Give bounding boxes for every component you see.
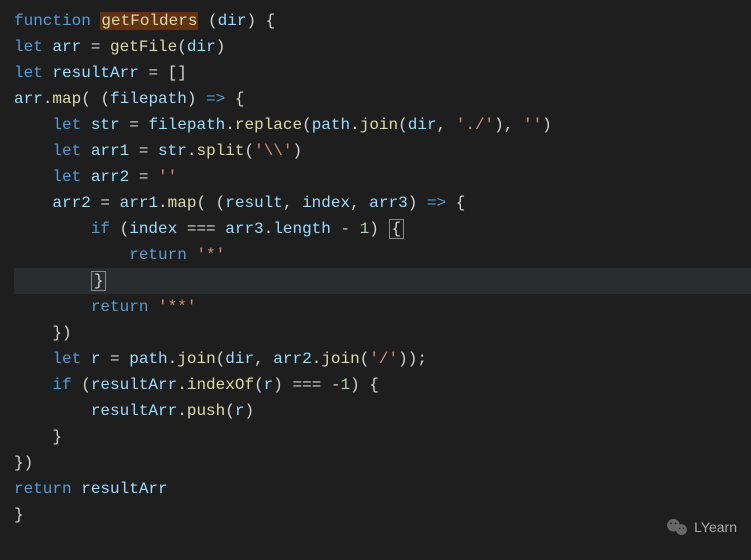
code-line: let str = filepath.replace(path.join(dir… xyxy=(14,112,751,138)
code-line: if (index === arr3.length - 1) { xyxy=(14,216,751,242)
watermark: LYearn xyxy=(666,514,737,540)
code-line: arr2 = arr1.map( (result, index, arr3) =… xyxy=(14,190,751,216)
keyword-function: function xyxy=(14,12,91,30)
code-editor[interactable]: function getFolders (dir) { let arr = ge… xyxy=(14,8,751,528)
code-line: } xyxy=(14,424,751,450)
code-line: let resultArr = [] xyxy=(14,60,751,86)
watermark-text: LYearn xyxy=(694,514,737,540)
parameter: dir xyxy=(218,12,247,30)
code-line: let arr2 = '' xyxy=(14,164,751,190)
function-name-highlighted: getFolders xyxy=(100,12,198,30)
code-line: let arr1 = str.split('\\') xyxy=(14,138,751,164)
code-line-active: } xyxy=(14,268,751,294)
code-line: return resultArr xyxy=(14,476,751,502)
code-line: arr.map( (filepath) => { xyxy=(14,86,751,112)
code-line: let arr = getFile(dir) xyxy=(14,34,751,60)
code-line: return '**' xyxy=(14,294,751,320)
code-line: let r = path.join(dir, arr2.join('/')); xyxy=(14,346,751,372)
bracket-match-open: { xyxy=(389,219,405,239)
code-line: if (resultArr.indexOf(r) === -1) { xyxy=(14,372,751,398)
code-line: } xyxy=(14,502,751,528)
bracket-match-close: } xyxy=(91,271,107,291)
code-line: function getFolders (dir) { xyxy=(14,8,751,34)
code-line: }) xyxy=(14,450,751,476)
code-line: resultArr.push(r) xyxy=(14,398,751,424)
code-line: return '*' xyxy=(14,242,751,268)
wechat-icon xyxy=(666,518,688,536)
code-line: }) xyxy=(14,320,751,346)
